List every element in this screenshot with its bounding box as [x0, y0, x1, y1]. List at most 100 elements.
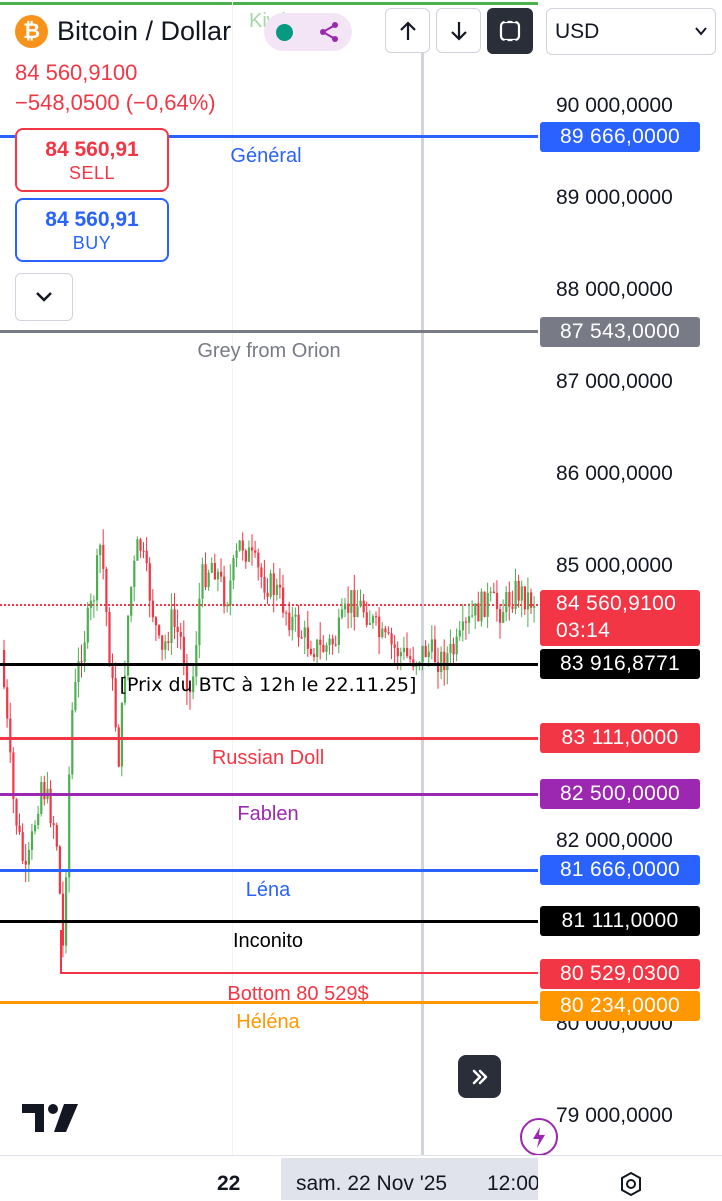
- candle-body: [362, 600, 365, 613]
- candle-body: [387, 632, 390, 634]
- candle-body: [83, 642, 86, 662]
- candle-body: [489, 591, 492, 593]
- candle-body: [424, 645, 427, 658]
- candle-body: [461, 621, 464, 631]
- crosshair-time: 12:00: [487, 1172, 538, 1195]
- level-line-lena[interactable]: [0, 869, 540, 872]
- price-change-text: −548,0500 (−0,64%): [15, 90, 216, 115]
- candle-body: [182, 636, 185, 666]
- candle-body: [471, 615, 474, 617]
- candle-body: [464, 621, 468, 623]
- currency-select[interactable]: USD: [546, 8, 716, 55]
- candle-body: [254, 550, 257, 553]
- sell-button[interactable]: 84 560,91 SELL: [15, 128, 169, 192]
- level-line-inconito[interactable]: [0, 920, 540, 923]
- candle-body: [99, 544, 102, 556]
- candle-body: [232, 557, 235, 581]
- chart-settings-button[interactable]: [615, 1168, 647, 1200]
- candle-body: [288, 612, 291, 631]
- candle-body: [3, 650, 6, 688]
- candle-body: [210, 562, 213, 573]
- current-price-value: 84 560,9100: [556, 592, 677, 615]
- candle-body: [325, 645, 328, 652]
- candle-body: [523, 586, 526, 610]
- scroll-up-button[interactable]: [385, 8, 430, 53]
- bitcoin-icon: ₿: [15, 15, 48, 48]
- indicator-pill[interactable]: [264, 13, 352, 51]
- sell-price: 84 560,91: [45, 137, 139, 161]
- candle-body: [526, 592, 530, 610]
- candle-body: [340, 609, 344, 618]
- candle-countdown: 03:14: [556, 619, 611, 642]
- chevron-down-icon: [695, 27, 707, 36]
- candle-body: [65, 877, 68, 946]
- level-price-helena: 80 234,0000: [540, 991, 700, 1021]
- fullscreen-button[interactable]: [487, 8, 533, 54]
- candle-body: [455, 636, 458, 655]
- candle-body: [9, 718, 12, 753]
- price-tick: 86 000,0000: [556, 462, 673, 485]
- level-price-lena: 81 666,0000: [540, 855, 700, 885]
- candle-body: [133, 560, 136, 588]
- candle-body: [433, 639, 437, 662]
- scroll-down-button[interactable]: [436, 8, 481, 53]
- candle-body: [393, 644, 396, 648]
- candle-body: [313, 654, 316, 657]
- candle-body: [344, 603, 347, 610]
- candle-body: [486, 592, 489, 617]
- buy-button[interactable]: 84 560,91 BUY: [15, 198, 169, 262]
- candle-body: [269, 573, 272, 597]
- candle-body: [21, 832, 24, 861]
- candle-body: [272, 573, 275, 595]
- price-tick: 79 000,0000: [556, 1104, 673, 1127]
- level-price-grey-from-orion: 87 543,0000: [540, 317, 700, 347]
- candle-body: [117, 727, 120, 767]
- candle-body: [285, 612, 288, 614]
- candle-body: [154, 617, 158, 626]
- level-line-russian-doll[interactable]: [0, 737, 540, 740]
- candle-body: [195, 645, 198, 677]
- candle-body: [120, 702, 123, 767]
- level-label-helena: Héléna: [236, 1011, 300, 1033]
- candle-body: [505, 591, 508, 613]
- candle-body: [37, 813, 40, 826]
- candle-body: [170, 609, 173, 643]
- candle-body: [468, 616, 471, 623]
- scroll-to-realtime-button[interactable]: [458, 1055, 501, 1098]
- candle-body: [300, 637, 303, 639]
- candle-body: [111, 666, 114, 679]
- candle-body: [502, 612, 505, 623]
- candle-body: [530, 592, 533, 608]
- level-price-bottom: 80 529,0300: [540, 959, 700, 989]
- candle-body: [52, 823, 55, 826]
- candle-body: [86, 607, 89, 643]
- crosshair-time-label: sam. 22 Nov '25 12:00: [281, 1158, 538, 1200]
- level-line-bottom[interactable]: [60, 972, 540, 974]
- candle-body: [477, 603, 480, 622]
- expand-trade-button[interactable]: [15, 273, 73, 321]
- level-price-prix-btc: 83 916,8771: [540, 649, 700, 679]
- candle-body: [449, 643, 452, 654]
- candle-body: [130, 587, 133, 616]
- candle-body: [198, 598, 201, 646]
- candle-body: [278, 584, 282, 588]
- candle-body: [282, 587, 285, 613]
- candle-body: [114, 678, 117, 728]
- candle-body: [533, 606, 536, 608]
- candle-body: [492, 591, 495, 593]
- fullscreen-icon: [499, 20, 521, 42]
- candle-body: [34, 825, 37, 832]
- quick-action-button[interactable]: [520, 1118, 558, 1156]
- symbol-header[interactable]: ₿ Bitcoin / Dollar: [15, 15, 231, 48]
- candle-body: [322, 644, 325, 652]
- candle-body: [474, 603, 477, 616]
- level-line-grey-from-orion[interactable]: [0, 330, 540, 333]
- level-line-helena[interactable]: [0, 1001, 540, 1004]
- candle-body: [508, 591, 511, 607]
- price-tick: 85 000,0000: [556, 554, 673, 577]
- level-line-fablen[interactable]: [0, 793, 540, 796]
- level-line-prix-btc[interactable]: [0, 663, 540, 666]
- candle-body: [316, 639, 319, 657]
- level-label-general: Général: [230, 145, 302, 167]
- candle-body: [68, 774, 71, 878]
